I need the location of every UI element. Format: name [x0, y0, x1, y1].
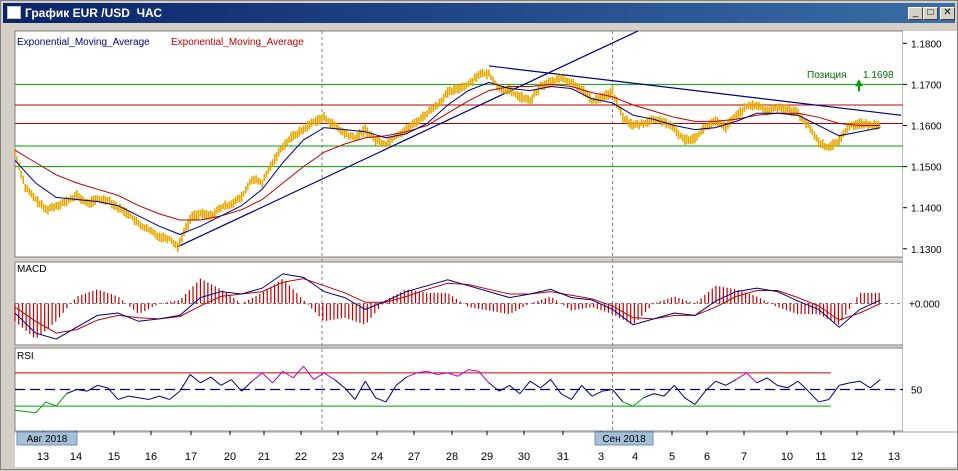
y-tick-label: 1.1400	[911, 204, 942, 215]
x-tick-label: 13	[888, 451, 900, 463]
x-tick-label: 23	[332, 451, 344, 463]
x-tick-label: 29	[481, 451, 493, 463]
y-tick-label: 1.1500	[911, 163, 942, 174]
macd-title: MACD	[17, 264, 46, 275]
y-tick-label: 1.1600	[911, 122, 942, 133]
chart-canvas: 1.1800 1.1700 1.1600 1.1500 1.1400 1.1300 +0.0…	[14, 30, 957, 467]
x-tick-label: 17	[185, 451, 197, 463]
x-tick-label: 15	[108, 451, 120, 463]
rsi-y-tick-label: 50	[911, 386, 923, 397]
period-label: Сен 2018	[602, 434, 646, 445]
position-value: 1.1698	[863, 70, 894, 81]
x-tick-label: 27	[408, 451, 420, 463]
x-tick-label: 10	[781, 451, 793, 463]
chart-window: График EUR /USD ЧАС _ □ ✕ 1.1800 1.1700 1.…	[0, 0, 958, 470]
x-tick-label: 22	[295, 451, 307, 463]
x-tick-label: 7	[741, 451, 747, 463]
position-label: Позиция	[807, 70, 847, 81]
macd-y-tick-label: +0.000	[909, 300, 940, 311]
x-tick-label: 30	[518, 451, 530, 463]
main-pane	[14, 30, 904, 258]
x-tick-label: 11	[815, 451, 826, 463]
x-tick-label: 28	[446, 451, 458, 463]
y-tick-label: 1.1300	[911, 245, 942, 256]
x-tick-label: 5	[669, 451, 675, 463]
y-tick-label: 1.1700	[911, 80, 942, 91]
x-tick-label: 16	[145, 451, 157, 463]
x-tick-label: 24	[371, 451, 383, 463]
x-tick-label: 20	[224, 451, 236, 463]
rsi-title: RSI	[17, 351, 34, 362]
ema-fast-legend: Exponential_Moving_Average	[17, 37, 150, 48]
period-label: Авг 2018	[27, 434, 68, 445]
x-tick-label: 21	[258, 451, 270, 463]
x-tick-label: 3	[598, 451, 604, 463]
x-tick-label: 6	[704, 451, 710, 463]
y-tick-label: 1.1800	[911, 39, 942, 50]
x-tick-label: 31	[557, 451, 569, 463]
x-tick-label: 14	[70, 451, 82, 463]
x-tick-label: 4	[632, 451, 638, 463]
x-tick-label: 13	[37, 451, 49, 463]
x-tick-label: 12	[851, 451, 863, 463]
ema-slow-legend: Exponential_Moving_Average	[171, 37, 304, 48]
